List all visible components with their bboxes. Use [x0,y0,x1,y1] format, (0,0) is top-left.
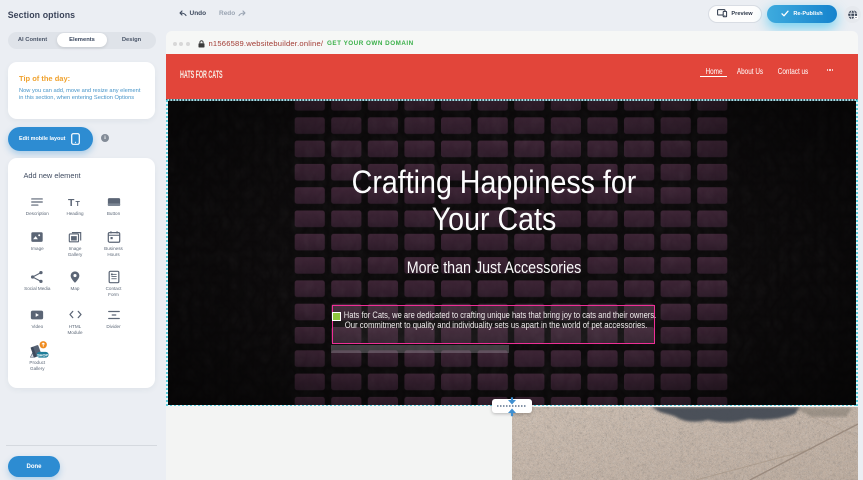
svg-text:SHOP: SHOP [37,352,48,357]
svg-text:T: T [75,200,80,208]
svg-text:T: T [68,198,75,208]
